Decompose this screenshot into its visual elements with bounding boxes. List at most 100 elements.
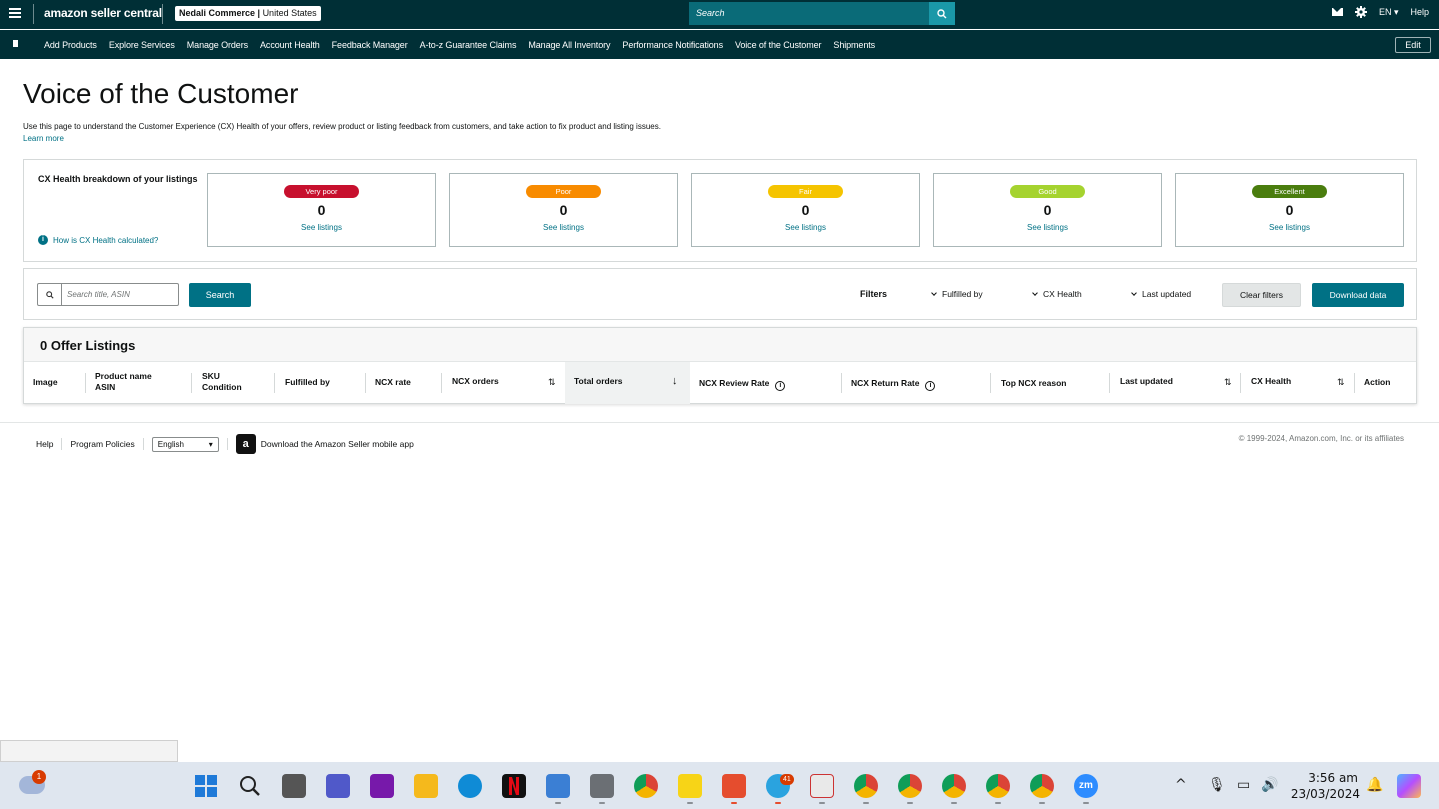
cx-health-help-link[interactable]: i How is CX Health calculated? — [38, 235, 158, 245]
remote-app-icon[interactable] — [722, 774, 746, 798]
learn-more-link[interactable]: Learn more — [23, 134, 64, 143]
info-icon[interactable]: i — [775, 381, 786, 391]
sort-icon[interactable]: ⇅ — [1337, 377, 1345, 388]
search-icon[interactable] — [238, 774, 262, 798]
cx-health-help-text: How is CX Health calculated? — [53, 235, 159, 245]
brand-logo[interactable]: amazon seller central — [44, 6, 162, 20]
gear-icon[interactable] — [1354, 6, 1367, 18]
task-view-icon[interactable] — [282, 774, 306, 798]
clock-date: 23/03/2024 — [1290, 787, 1360, 801]
edge-icon[interactable] — [458, 774, 482, 798]
nav-item-account-health[interactable]: Account Health — [260, 40, 320, 50]
col-total-orders[interactable]: Total orders — [574, 376, 623, 387]
footer-language-select[interactable]: English ▾ — [151, 436, 219, 452]
top-search-button[interactable] — [929, 2, 955, 25]
col-ncx-return-rate[interactable]: NCX Return Rate i — [851, 378, 936, 391]
info-icon[interactable]: i — [925, 381, 936, 391]
arrow-down-icon[interactable]: ↓ — [672, 375, 678, 387]
running-indicator — [995, 802, 1001, 804]
running-indicator — [775, 802, 781, 804]
zoom-icon[interactable]: zm — [1074, 774, 1098, 798]
language-selector[interactable]: EN ▾ — [1379, 7, 1399, 18]
chevron-up-icon[interactable]: ^ — [1175, 777, 1187, 793]
notepad-icon[interactable] — [546, 774, 570, 798]
system-clock[interactable]: 3:56 am 23/03/2024 — [1290, 770, 1360, 802]
clear-filters-button[interactable]: Clear filters — [1222, 283, 1301, 307]
col-image: Image — [33, 377, 58, 387]
snipping-tool-icon[interactable] — [810, 774, 834, 798]
col-ncx-rate[interactable]: NCX rate — [375, 377, 411, 388]
network-icon[interactable]: ▭ — [1237, 777, 1250, 793]
col-cx-health[interactable]: CX Health — [1251, 376, 1291, 387]
last-updated-dropdown[interactable]: Last updated — [1131, 289, 1192, 299]
teams-icon[interactable] — [326, 774, 350, 798]
nav-item-explore-services[interactable]: Explore Services — [109, 40, 175, 50]
nav-item-manage-inventory[interactable]: Manage All Inventory — [528, 40, 610, 50]
running-indicator — [907, 802, 913, 804]
program-policies-link[interactable]: Program Policies — [70, 439, 134, 449]
col-top-ncx-reason[interactable]: Top NCX reason — [1001, 378, 1067, 389]
col-last-updated[interactable]: Last updated — [1120, 376, 1173, 387]
chrome-profile-icon[interactable] — [898, 774, 922, 798]
chrome-icon[interactable] — [634, 774, 658, 798]
sort-icon[interactable]: ⇅ — [1224, 377, 1232, 388]
listings-panel: 0 Offer Listings Image Product name ASIN… — [23, 327, 1417, 404]
see-listings-link[interactable]: See listings — [208, 223, 435, 232]
sort-icon[interactable]: ⇅ — [548, 377, 556, 388]
calculator-icon[interactable] — [590, 774, 614, 798]
cx-health-panel: CX Health breakdown of your listings i H… — [23, 159, 1417, 262]
sticky-notes-icon[interactable] — [678, 774, 702, 798]
chevron-down-icon — [1131, 290, 1137, 296]
info-icon: i — [38, 235, 48, 245]
start-icon[interactable] — [194, 774, 218, 798]
col-sku-label: SKU — [202, 371, 220, 381]
help-link[interactable]: Help — [1410, 7, 1429, 17]
amazon-app-icon[interactable]: a — [235, 434, 256, 454]
col-sku[interactable]: SKU Condition — [202, 371, 242, 393]
download-data-button[interactable]: Download data — [1312, 283, 1404, 307]
chrome-profile-icon[interactable] — [942, 774, 966, 798]
nav-item-feedback-manager[interactable]: Feedback Manager — [332, 40, 408, 50]
listing-search-box[interactable]: Search title, ASIN — [37, 283, 179, 306]
store-selector[interactable]: Nedali Commerce | United States — [175, 6, 321, 21]
nav-item-shipments[interactable]: Shipments — [833, 40, 875, 50]
nav-item-add-products[interactable]: Add Products — [44, 40, 97, 50]
edit-nav-button[interactable]: Edit — [1395, 37, 1431, 53]
see-listings-link[interactable]: See listings — [692, 223, 919, 232]
netflix-icon[interactable] — [502, 774, 526, 798]
col-ncx-orders[interactable]: NCX orders — [452, 376, 499, 387]
volume-icon[interactable]: 🔊 — [1261, 777, 1278, 793]
top-search-input[interactable]: Search — [689, 2, 929, 25]
cx-health-dropdown[interactable]: CX Health — [1032, 289, 1082, 299]
see-listings-link[interactable]: See listings — [450, 223, 677, 232]
nav-item-a-to-z-claims[interactable]: A-to-z Guarantee Claims — [420, 40, 517, 50]
copilot-icon[interactable] — [1397, 774, 1421, 798]
microphone-icon[interactable]: 🎙 — [1208, 777, 1226, 793]
see-listings-link[interactable]: See listings — [1176, 223, 1403, 232]
chrome-profile-icon[interactable] — [1030, 774, 1054, 798]
onenote-icon[interactable] — [370, 774, 394, 798]
last-updated-filter-label: Last updated — [1142, 289, 1192, 299]
bookmark-icon[interactable] — [13, 40, 18, 49]
notification-icon[interactable]: 🔔 — [1366, 777, 1383, 793]
col-product-name[interactable]: Product name ASIN — [95, 371, 152, 393]
nav-item-manage-orders[interactable]: Manage Orders — [187, 40, 248, 50]
mail-icon[interactable] — [1331, 8, 1343, 16]
running-indicator — [731, 802, 737, 804]
file-explorer-icon[interactable] — [414, 774, 438, 798]
see-listings-link[interactable]: See listings — [934, 223, 1161, 232]
menu-icon[interactable] — [9, 8, 21, 18]
col-fulfilled-by[interactable]: Fulfilled by — [285, 377, 330, 388]
fulfilled-by-dropdown[interactable]: Fulfilled by — [931, 289, 983, 299]
search-button[interactable]: Search — [189, 283, 251, 307]
footer-help-link[interactable]: Help — [36, 439, 53, 449]
col-ncx-review-rate[interactable]: NCX Review Rate i — [699, 378, 786, 391]
divider — [33, 4, 34, 24]
col-ncx-return-rate-label: NCX Return Rate — [851, 378, 920, 388]
download-app-link[interactable]: Download the Amazon Seller mobile app — [261, 439, 414, 449]
nav-item-voice-of-customer[interactable]: Voice of the Customer — [735, 40, 822, 50]
chrome-profile-icon[interactable] — [854, 774, 878, 798]
listing-search-input[interactable]: Search title, ASIN — [62, 284, 178, 305]
chrome-profile-icon[interactable] — [986, 774, 1010, 798]
nav-item-performance-notifications[interactable]: Performance Notifications — [622, 40, 723, 50]
